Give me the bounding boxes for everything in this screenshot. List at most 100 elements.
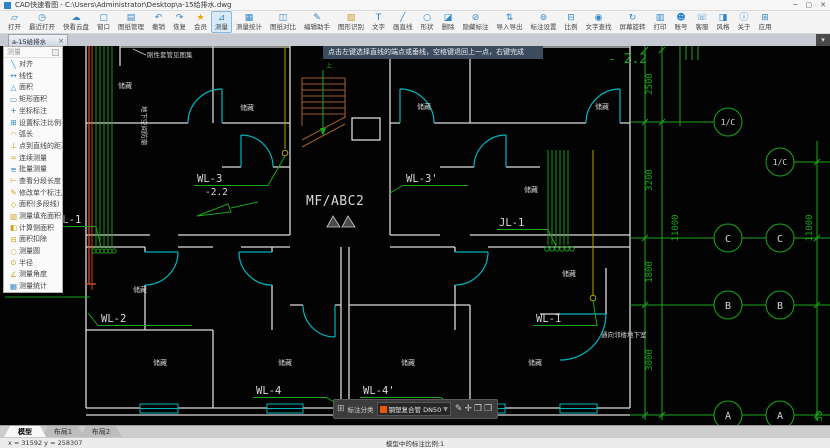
delete-button[interactable]: ◪ 删除 <box>438 11 459 33</box>
svg-text:WL-4: WL-4 <box>256 385 281 397</box>
vip-button[interactable]: ★ 会员 <box>190 11 211 33</box>
tab-layout2[interactable]: 布局2 <box>80 426 122 437</box>
print-button[interactable]: ▥ 打印 <box>650 11 671 33</box>
panel-item-coordinate[interactable]: + 坐标标注 <box>4 105 62 117</box>
move-icon[interactable]: ✛ <box>463 404 473 414</box>
edit-assistant-button[interactable]: ✎ 编辑助手 <box>300 11 334 33</box>
draw-line-button[interactable]: ╱ 画直线 <box>389 11 417 33</box>
redo-button[interactable]: ↷ 恢复 <box>169 11 190 33</box>
tab-close-icon[interactable]: × <box>58 37 64 45</box>
panel-item-linear[interactable]: ↔ 线性 <box>4 70 62 82</box>
open-button[interactable]: ▱ 打开 <box>4 11 25 33</box>
apps-button[interactable]: ⊞ 应用 <box>755 11 776 33</box>
toolbar-icon: ▥ <box>656 13 665 23</box>
toolbar-label: 恢复 <box>173 23 186 31</box>
import-export-button[interactable]: ⇅ 导入导出 <box>493 11 527 33</box>
measure-item-icon: ▭ <box>9 95 18 104</box>
maximize-button[interactable]: ▢ <box>806 1 813 9</box>
material-dropdown[interactable]: 钢塑复合管 DN50 ▼ <box>377 402 451 416</box>
svg-text:WL-1: WL-1 <box>536 313 561 325</box>
measure-item-label: 坐标标注 <box>19 106 47 116</box>
panel-item-point-to-line[interactable]: ⊥ 点到直线的距离 <box>4 140 62 152</box>
measure-button[interactable]: ⊿ 测量 <box>211 11 232 33</box>
hide-annotation-button[interactable]: ⊘ 隐藏标注 <box>459 11 493 33</box>
panel-item-set-scale[interactable]: ⊞ 设置标注比例 <box>4 117 62 129</box>
toolbar-icon: ☏ <box>696 13 707 23</box>
toolbar-label: 文字查找 <box>586 23 612 31</box>
panel-collapse-button[interactable] <box>52 49 59 56</box>
panel-item-angle[interactable]: ∠ 测量角度 <box>4 269 62 281</box>
toolbar-icon: ⊚ <box>540 13 548 23</box>
panel-item-stats[interactable]: ▦ 测量统计 <box>4 280 62 292</box>
drawing-compare-button[interactable]: ◫ 图纸对比 <box>266 11 300 33</box>
measure-item-label: 设置标注比例 <box>19 118 61 128</box>
toolbar-label: 画直线 <box>393 23 413 31</box>
svg-text:储藏: 储藏 <box>595 102 609 111</box>
edit-annotation-icon[interactable]: ✎ <box>454 404 464 414</box>
panel-item-radius[interactable]: ⊙ 半径 <box>4 257 62 269</box>
panel-item-segment-length[interactable]: ⊢ 查看分段长度 <box>4 175 62 187</box>
panel-item-side-area[interactable]: ◧ 计算侧面积 <box>4 222 62 234</box>
toolbar-icon: ★ <box>196 13 204 23</box>
recent-open-button[interactable]: ◷ 最近打开 <box>25 11 59 33</box>
shape-recognition-button[interactable]: ▧ 图形识别 <box>334 11 368 33</box>
grid-icon[interactable]: ⊞ <box>337 404 345 414</box>
tab-model[interactable]: 模型 <box>4 426 46 437</box>
panel-item-modify-single[interactable]: ✎ 修改单个标注属性 <box>4 187 62 199</box>
measure-stats-button[interactable]: ▦ 测量统计 <box>232 11 266 33</box>
panel-item-fill-area[interactable]: ▨ 测量填充面积 <box>4 210 62 222</box>
measure-item-icon: ⊢ <box>9 176 18 185</box>
copy-icon[interactable]: ❐ <box>473 404 483 414</box>
panel-item-area[interactable]: △ 面积 <box>4 82 62 94</box>
measure-item-label: 弧长 <box>19 129 33 139</box>
panel-item-arc-length[interactable]: ◠ 弧长 <box>4 128 62 140</box>
panel-item-measure-circle[interactable]: ○ 测量圆 <box>4 245 62 257</box>
screen-rotate-button[interactable]: ↻ 屏幕旋转 <box>616 11 650 33</box>
undo-button[interactable]: ↶ 撤销 <box>148 11 169 33</box>
toolbar-label: 删除 <box>442 23 455 31</box>
tab-layout1[interactable]: 布局1 <box>42 426 84 437</box>
account-button[interactable]: ☻ 账号 <box>671 11 692 33</box>
document-tab-label: a-15给排水 <box>12 36 46 46</box>
text-search-button[interactable]: ◉ 文字查找 <box>582 11 616 33</box>
panel-item-batch[interactable]: ≡ 批量测量 <box>4 163 62 175</box>
measure-item-label: 测量统计 <box>19 281 47 291</box>
toolbar-icon: ▱ <box>11 13 18 23</box>
annotation-settings-button[interactable]: ⊚ 标注设置 <box>527 11 561 33</box>
document-tab[interactable]: a-15给排水 × <box>8 34 68 46</box>
scale-button[interactable]: ⊟ 比例 <box>561 11 582 33</box>
toolbar-icon: ✎ <box>313 13 321 23</box>
style-button[interactable]: ◨ 风格 <box>713 11 734 33</box>
text-button[interactable]: T 文字 <box>368 11 389 33</box>
document-tab-bar: a-15给排水 × ▾ <box>0 34 830 46</box>
panel-item-align[interactable]: ╲ 对齐 <box>4 58 62 70</box>
measure-item-icon: ✎ <box>9 188 18 197</box>
material-value: 钢塑复合管 DN50 <box>389 404 442 414</box>
drawing-manager-button[interactable]: ▤ 图纸管理 <box>114 11 148 33</box>
support-button[interactable]: ☏ 客服 <box>692 11 713 33</box>
measure-panel-items: ╲ 对齐 ↔ 线性 △ 面积 ▭ 矩形面积 <box>4 58 62 292</box>
measure-item-label: 测量角度 <box>19 269 47 279</box>
paste-icon[interactable]: ❒ <box>483 404 493 414</box>
svg-text:刚性套管见图集: 刚性套管见图集 <box>147 50 193 59</box>
window-button[interactable]: ▢ 窗口 <box>93 11 114 33</box>
panel-item-area-deduct[interactable]: ⊟ 面积扣除 <box>4 234 62 246</box>
tab-list-button[interactable]: ▾ <box>816 34 830 46</box>
svg-text:3200: 3200 <box>645 169 655 191</box>
floor-plan-drawing: 上 <box>0 46 830 425</box>
minimize-button[interactable]: ─ <box>793 1 797 9</box>
cad-canvas[interactable]: 上 <box>0 46 830 425</box>
about-button[interactable]: ⓘ 关于 <box>734 11 755 33</box>
measure-panel-header: 测量 <box>4 47 62 58</box>
shape-button[interactable]: ○ 形状 <box>417 11 438 33</box>
panel-item-rect-area[interactable]: ▭ 矩形面积 <box>4 93 62 105</box>
close-button[interactable]: ✕ <box>820 1 826 9</box>
cloud-disk-button[interactable]: ☁ 快看云盘 <box>59 11 93 33</box>
panel-item-area-polyline[interactable]: ◇ 面积(多段线) <box>4 199 62 211</box>
toolbar-label: 快看云盘 <box>63 23 89 31</box>
panel-item-continuous[interactable]: ≈ 连续测量 <box>4 152 62 164</box>
measure-item-icon: + <box>9 106 18 115</box>
measure-item-label: 点到直线的距离 <box>19 141 62 151</box>
measure-item-label: 计算侧面积 <box>19 223 54 233</box>
toolbar-label: 图纸管理 <box>118 23 144 31</box>
